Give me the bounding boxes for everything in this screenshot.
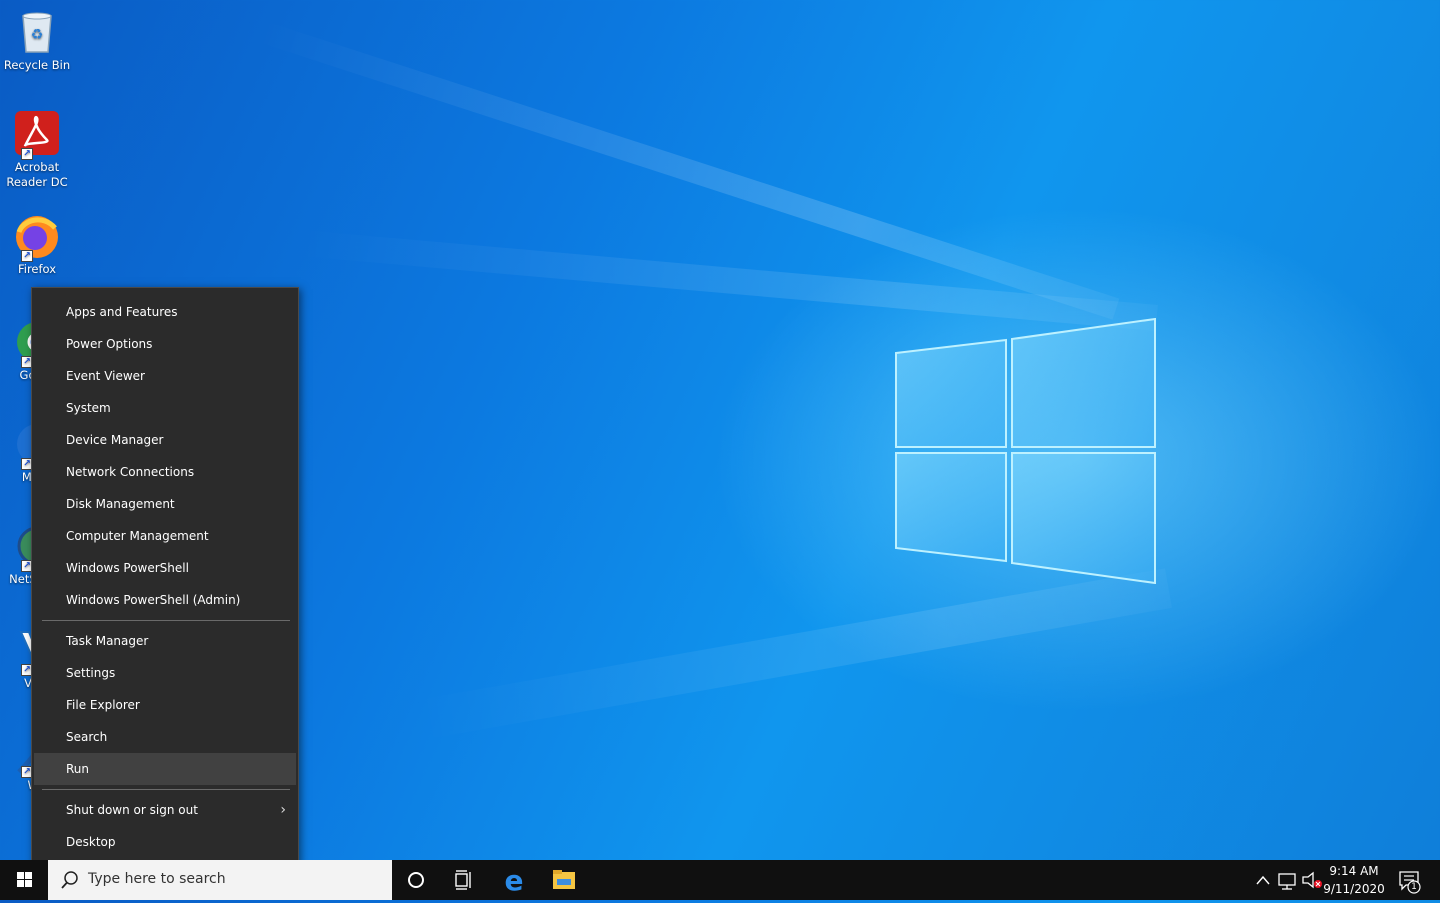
recycle-bin-icon: ♻: [13, 8, 61, 56]
menu-item-shut-down-or-sign-out[interactable]: Shut down or sign out ›: [34, 794, 296, 826]
menu-item-label: Shut down or sign out: [66, 803, 198, 817]
acrobat-icon: ↗: [13, 110, 61, 160]
task-view-button[interactable]: [440, 860, 488, 900]
menu-item-computer-management[interactable]: Computer Management: [34, 520, 296, 552]
menu-item-disk-management[interactable]: Disk Management: [34, 488, 296, 520]
edge-icon: e: [505, 864, 524, 897]
cortana-icon: [408, 872, 424, 888]
desktop-icon-label: Acrobat Reader DC: [6, 160, 68, 189]
menu-item-desktop[interactable]: Desktop: [34, 826, 296, 858]
taskbar-clock[interactable]: 9:14 AM 9/11/2020: [1318, 862, 1390, 898]
notification-icon: [1399, 871, 1421, 894]
clock-date: 9/11/2020: [1323, 882, 1385, 896]
show-hidden-icons-button[interactable]: [1252, 860, 1274, 900]
firefox-icon: ↗: [13, 212, 61, 262]
light-beam: [416, 568, 1172, 740]
menu-item-power-options[interactable]: Power Options: [34, 328, 296, 360]
menu-item-run[interactable]: Run: [34, 753, 296, 785]
menu-separator: [42, 620, 290, 621]
menu-item-apps-and-features[interactable]: Apps and Features: [34, 296, 296, 328]
chevron-right-icon: ›: [280, 802, 286, 818]
taskbar-search-box[interactable]: Type here to search: [48, 860, 392, 900]
chevron-up-icon: [1256, 875, 1270, 885]
desktop-icon-acrobat[interactable]: ↗ Acrobat Reader DC: [2, 110, 72, 190]
light-beam: [256, 20, 1120, 320]
menu-item-system[interactable]: System: [34, 392, 296, 424]
menu-item-event-viewer[interactable]: Event Viewer: [34, 360, 296, 392]
menu-item-device-manager[interactable]: Device Manager: [34, 424, 296, 456]
light-beam: [298, 230, 1158, 331]
menu-separator: [42, 789, 290, 790]
windows-logo: [895, 318, 1156, 584]
file-explorer-icon: [553, 870, 575, 889]
action-center-button[interactable]: 1: [1394, 860, 1426, 900]
menu-item-search[interactable]: Search: [34, 721, 296, 753]
desktop-icon-label: Firefox: [17, 262, 57, 276]
clock-time: 9:14 AM: [1329, 864, 1379, 878]
file-explorer-taskbar-button[interactable]: [540, 860, 588, 900]
start-button[interactable]: [0, 860, 48, 900]
menu-item-windows-powershell-admin[interactable]: Windows PowerShell (Admin): [34, 584, 296, 616]
task-view-icon: [455, 870, 471, 890]
taskbar: Type here to search e 9:14 AM 9/11/2020 …: [0, 860, 1440, 900]
winx-context-menu: Apps and Features Power Options Event Vi…: [31, 287, 299, 866]
menu-item-file-explorer[interactable]: File Explorer: [34, 689, 296, 721]
menu-item-settings[interactable]: Settings: [34, 657, 296, 689]
desktop-icon-firefox[interactable]: ↗ Firefox: [2, 212, 72, 277]
notification-count-badge: 1: [1411, 882, 1417, 892]
menu-item-windows-powershell[interactable]: Windows PowerShell: [34, 552, 296, 584]
search-icon: [61, 871, 78, 889]
desktop-icon-recycle-bin[interactable]: ♻ Recycle Bin: [2, 8, 72, 73]
menu-item-network-connections[interactable]: Network Connections: [34, 456, 296, 488]
svg-text:e: e: [505, 864, 524, 897]
desktop-icon-label: Recycle Bin: [3, 58, 71, 72]
edge-taskbar-button[interactable]: e: [490, 860, 538, 900]
search-placeholder: Type here to search: [88, 871, 226, 887]
shortcut-arrow-icon: ↗: [21, 250, 33, 262]
menu-item-task-manager[interactable]: Task Manager: [34, 625, 296, 657]
cortana-button[interactable]: [392, 860, 440, 900]
svg-text:♻: ♻: [31, 27, 44, 43]
network-status-button[interactable]: [1276, 860, 1300, 900]
windows-start-icon: [17, 872, 32, 887]
network-icon: [1278, 873, 1296, 890]
shortcut-arrow-icon: ↗: [21, 148, 33, 160]
